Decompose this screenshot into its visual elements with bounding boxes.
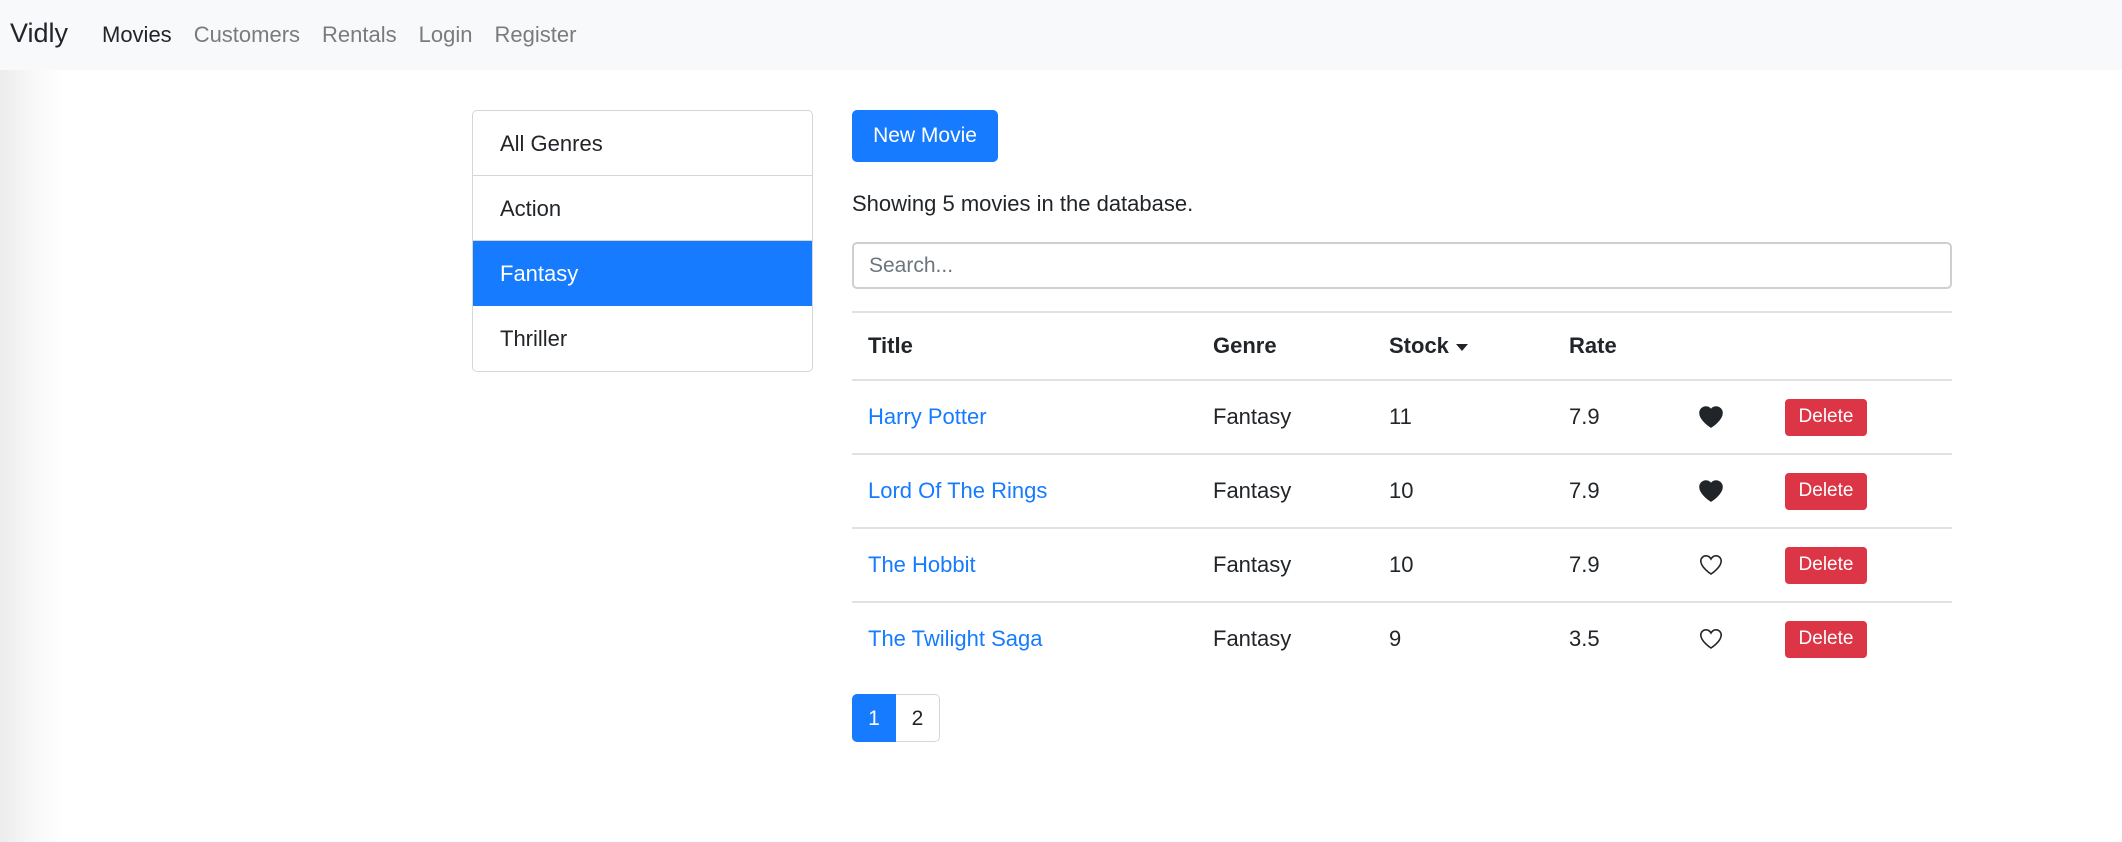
- cell-stock: 11: [1373, 380, 1553, 455]
- genre-item-fantasy[interactable]: Fantasy: [473, 241, 812, 306]
- nav-movies[interactable]: Movies: [102, 0, 172, 70]
- cell-genre: Fantasy: [1197, 380, 1373, 455]
- column-header-title-label: Title: [868, 333, 913, 358]
- nav-links: Movies Customers Rentals Login Register: [102, 0, 598, 70]
- movies-table: Title Genre Stock Rate Harry Potter Fant…: [852, 311, 1952, 675]
- table-row: The Hobbit Fantasy 10 7.9 Delete: [852, 528, 1952, 603]
- delete-button[interactable]: Delete: [1785, 398, 1867, 436]
- nav-register[interactable]: Register: [494, 0, 576, 70]
- movie-title-link[interactable]: Harry Potter: [868, 404, 987, 429]
- column-header-stock-label: Stock: [1389, 333, 1449, 358]
- table-row: The Twilight Saga Fantasy 9 3.5 Delete: [852, 602, 1952, 675]
- cell-delete: Delete: [1769, 380, 1952, 455]
- cell-like: [1683, 602, 1769, 675]
- heart-filled-icon[interactable]: [1699, 480, 1723, 502]
- genre-item-all-genres[interactable]: All Genres: [473, 111, 812, 176]
- nav-customers[interactable]: Customers: [194, 0, 300, 70]
- cell-rate: 7.9: [1553, 528, 1683, 603]
- cell-genre: Fantasy: [1213, 626, 1292, 651]
- column-header-rate-label: Rate: [1569, 333, 1617, 358]
- search-input[interactable]: [852, 242, 1952, 289]
- column-header-genre[interactable]: Genre: [1197, 311, 1373, 381]
- column-header-delete: [1769, 311, 1952, 381]
- page-button-1[interactable]: 1: [852, 694, 896, 742]
- column-header-title[interactable]: Title: [852, 311, 1197, 381]
- nav-login[interactable]: Login: [419, 0, 473, 70]
- heart-outline-icon[interactable]: [1699, 628, 1723, 650]
- column-header-genre-label: Genre: [1213, 333, 1277, 358]
- table-header-row: Title Genre Stock Rate: [852, 311, 1952, 381]
- cell-rate: 7.9: [1553, 454, 1683, 529]
- table-row: Lord Of The Rings Fantasy 10 7.9 Delete: [852, 454, 1952, 529]
- cell-delete: Delete: [1769, 602, 1952, 675]
- pagination: 1 2: [852, 694, 940, 742]
- column-header-like: [1683, 311, 1769, 381]
- movie-count-text: Showing 5 movies in the database.: [852, 191, 1194, 216]
- movie-title-link[interactable]: Lord Of The Rings: [868, 478, 1047, 503]
- page-button-2[interactable]: 2: [896, 694, 940, 742]
- cell-genre: Fantasy: [1197, 528, 1373, 603]
- navbar: Vidly Movies Customers Rentals Login Reg…: [0, 0, 2122, 70]
- delete-button[interactable]: Delete: [1785, 546, 1867, 584]
- cell-delete: Delete: [1769, 454, 1952, 529]
- genre-list: All Genres Action Fantasy Thriller: [472, 110, 813, 372]
- cell-like: [1683, 380, 1769, 455]
- genre-item-action[interactable]: Action: [473, 176, 812, 241]
- heart-filled-icon[interactable]: [1699, 406, 1723, 428]
- movie-title-link[interactable]: The Hobbit: [868, 552, 976, 577]
- cell-title: The Hobbit: [852, 528, 1197, 603]
- cell-like: [1683, 454, 1769, 529]
- brand-logo[interactable]: Vidly: [10, 0, 68, 66]
- heart-outline-icon[interactable]: [1699, 554, 1723, 576]
- cell-title: Lord Of The Rings: [852, 454, 1197, 529]
- cell-title: The Twilight Saga: [852, 602, 1197, 675]
- delete-button[interactable]: Delete: [1785, 472, 1867, 510]
- cell-delete: Delete: [1769, 528, 1952, 603]
- column-header-stock[interactable]: Stock: [1373, 311, 1553, 381]
- delete-button[interactable]: Delete: [1785, 620, 1867, 658]
- cell-stock: 10: [1373, 454, 1553, 529]
- cell-rate: 7.9: [1553, 380, 1683, 455]
- new-movie-button[interactable]: New Movie: [852, 110, 998, 162]
- cell-rate: 3.5: [1569, 626, 1600, 651]
- cell-genre: Fantasy: [1197, 454, 1373, 529]
- cell-title: Harry Potter: [852, 380, 1197, 455]
- cell-stock: 9: [1389, 626, 1402, 651]
- cell-stock: 10: [1373, 528, 1553, 603]
- table-row: Harry Potter Fantasy 11 7.9 Delete: [852, 380, 1952, 455]
- genre-item-thriller[interactable]: Thriller: [473, 306, 812, 371]
- cell-like: [1683, 528, 1769, 603]
- column-header-rate[interactable]: Rate: [1553, 311, 1683, 381]
- caret-down-icon: [1455, 343, 1468, 351]
- movie-title-link[interactable]: The Twilight Saga: [868, 626, 1042, 651]
- nav-rentals[interactable]: Rentals: [322, 0, 397, 70]
